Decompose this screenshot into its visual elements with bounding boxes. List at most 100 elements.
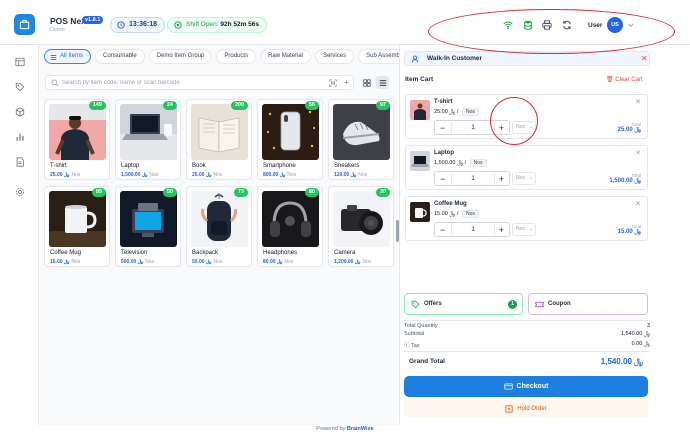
remove-line-icon[interactable]: ✕ xyxy=(635,200,641,208)
sync-icon[interactable] xyxy=(562,20,572,30)
tax-amount: 0.00 xyxy=(631,341,643,347)
uom-select-value: Nos xyxy=(516,124,525,130)
item-image xyxy=(333,104,390,160)
increment-button[interactable]: + xyxy=(499,173,504,185)
stock-badge: 73 xyxy=(233,188,248,197)
cart-line-uom: Nos xyxy=(461,210,479,218)
item-uom: Nos xyxy=(71,259,81,265)
item-card-headphones[interactable]: 80 Headphones ﷼ 80.00 Nos xyxy=(257,186,323,267)
stock-badge: 97 xyxy=(375,101,390,110)
chevron-down-icon: ⌄ xyxy=(528,175,533,181)
price-value: 800.00 xyxy=(263,172,279,178)
remove-customer-icon[interactable]: ✕ xyxy=(641,54,648,63)
box-icon[interactable] xyxy=(15,107,25,117)
tab-all-items[interactable]: All Items xyxy=(44,49,92,64)
item-card-t-shirt[interactable]: 149 T-shirt ﷼ 25.00 Nos xyxy=(44,99,110,180)
increment-button[interactable]: + xyxy=(499,122,504,134)
item-card-smartphone[interactable]: 56 Smartphone ﷼ 800.00 Nos xyxy=(257,99,323,180)
tab-services[interactable]: Services xyxy=(315,49,355,64)
item-card-television[interactable]: 50 Television ﷼ 500.00 Nos xyxy=(115,186,181,267)
item-card-coffee-mug[interactable]: 99 Coffee Mug ﷼ 15.00 Nos xyxy=(44,186,110,267)
list-view-button[interactable] xyxy=(376,76,389,89)
decrement-button[interactable]: − xyxy=(440,173,445,185)
total-quantity-row: Total Quantity 3 xyxy=(404,323,650,329)
app-logo-icon[interactable] xyxy=(14,14,35,35)
currency-symbol: ﷼ xyxy=(63,172,70,178)
offers-button[interactable]: Offers 1 xyxy=(404,293,523,315)
grand-total-label: Grand Total xyxy=(409,358,445,365)
quantity-input[interactable]: 1 xyxy=(451,173,495,185)
quantity-input[interactable]: 1 xyxy=(451,224,495,236)
clock-pill: 13:36:18 xyxy=(110,17,166,33)
gear-icon[interactable] xyxy=(15,187,25,197)
tax-row: ⓘ Tax ﷼ 0.00 xyxy=(404,341,650,349)
currency-symbol: ﷼ xyxy=(449,109,456,115)
tab-demo-item-group[interactable]: Demo Item Group xyxy=(148,49,213,64)
stock-badge: 80 xyxy=(304,188,319,197)
decrement-button[interactable]: − xyxy=(440,224,445,236)
coupon-button[interactable]: Coupon xyxy=(528,293,648,315)
tax-value: ﷼ 0.00 xyxy=(632,341,650,348)
uom-select-value: Nos xyxy=(516,226,525,232)
uom-select[interactable]: Nos ⌄ xyxy=(512,223,536,236)
increment-button[interactable]: + xyxy=(499,224,504,236)
cart-line-name: T-shirt xyxy=(434,99,453,105)
item-price: ﷼ 120.00 Nos xyxy=(334,172,367,178)
stock-badge: 56 xyxy=(304,101,319,110)
remove-line-icon[interactable]: ✕ xyxy=(635,98,641,106)
uom-select[interactable]: Nos ⌄ xyxy=(512,121,536,134)
pos-screen: POS Next v1.8.1 Demo 13:36:18 Shift Open… xyxy=(0,0,690,434)
chevron-down-icon[interactable] xyxy=(627,21,635,29)
item-price: ﷼ 15.00 Nos xyxy=(50,259,80,265)
item-card-backpack[interactable]: 73 Backpack ﷼ 50.00 Nos xyxy=(186,186,252,267)
line-total-value: 15.00 xyxy=(617,229,633,235)
grid-view-button[interactable] xyxy=(360,76,373,89)
cart-line-rate: ﷼ 25.00 / Nos xyxy=(434,108,479,117)
item-price: ﷼ 25.00 Nos xyxy=(192,172,222,178)
wifi-icon[interactable] xyxy=(503,20,513,30)
item-price: ﷼ 50.00 Nos xyxy=(192,259,222,265)
user-avatar[interactable]: US xyxy=(607,17,623,33)
item-card-book[interactable]: 200 Book ﷼ 25.00 Nos xyxy=(186,99,252,180)
hold-order-button[interactable]: Hold Order xyxy=(404,400,648,417)
item-card-laptop[interactable]: 24 Laptop ﷼ 1,500.00 Nos xyxy=(115,99,181,180)
tab-products[interactable]: Products xyxy=(216,49,257,64)
search-input[interactable] xyxy=(62,77,312,89)
grand-total-amount: 1,540.00 xyxy=(600,357,632,366)
database-icon[interactable] xyxy=(523,20,533,30)
grid-icon xyxy=(362,78,371,87)
printer-icon[interactable] xyxy=(542,20,552,30)
stock-badge: 200 xyxy=(230,101,248,110)
remove-line-icon[interactable]: ✕ xyxy=(635,149,641,157)
stock-badge: 24 xyxy=(162,101,177,110)
quantity-input[interactable]: 1 xyxy=(451,122,495,134)
shift-pill[interactable]: Shift Open: 92h 52m 56s xyxy=(167,17,268,33)
table-icon[interactable] xyxy=(15,57,25,67)
cart-line-uom: Nos xyxy=(469,159,487,167)
tab-consumable[interactable]: Consumable xyxy=(95,49,145,64)
currency-symbol: ﷼ xyxy=(137,259,144,265)
search-bar: + xyxy=(45,75,354,90)
checkout-label: Checkout xyxy=(516,383,549,390)
tab-raw-material[interactable]: Raw Material xyxy=(260,49,312,64)
add-icon[interactable]: + xyxy=(344,78,349,88)
currency-symbol: ﷼ xyxy=(643,331,650,337)
uom-select[interactable]: Nos ⌄ xyxy=(512,172,536,185)
customer-selector[interactable]: Walk-In Customer ✕ xyxy=(404,51,650,66)
line-total-value: 1,500.00 xyxy=(609,178,633,184)
bar-chart-icon[interactable] xyxy=(15,132,25,142)
item-card-sneakers[interactable]: 97 Sneakers ﷼ 120.00 Nos xyxy=(328,99,394,180)
checkout-button[interactable]: Checkout xyxy=(404,376,648,397)
search-icon xyxy=(51,79,59,87)
decrement-button[interactable]: − xyxy=(440,122,445,134)
barcode-scan-icon[interactable] xyxy=(329,79,337,87)
document-icon[interactable] xyxy=(15,157,25,167)
footer-brand[interactable]: BrainWise xyxy=(347,426,374,432)
subtotal-row: Subtotal ﷼ 1,540.00 xyxy=(404,331,650,337)
item-card-camera[interactable]: 30 Camera ﷼ 1,200.00 Nos xyxy=(328,186,394,267)
tag-icon[interactable] xyxy=(15,82,25,92)
item-uom: Nos xyxy=(149,172,159,178)
clear-cart-button[interactable]: 🗑 Clear Cart xyxy=(606,76,643,83)
quantity-stepper: − 1 + xyxy=(434,120,510,135)
cart-line-image xyxy=(410,151,430,171)
